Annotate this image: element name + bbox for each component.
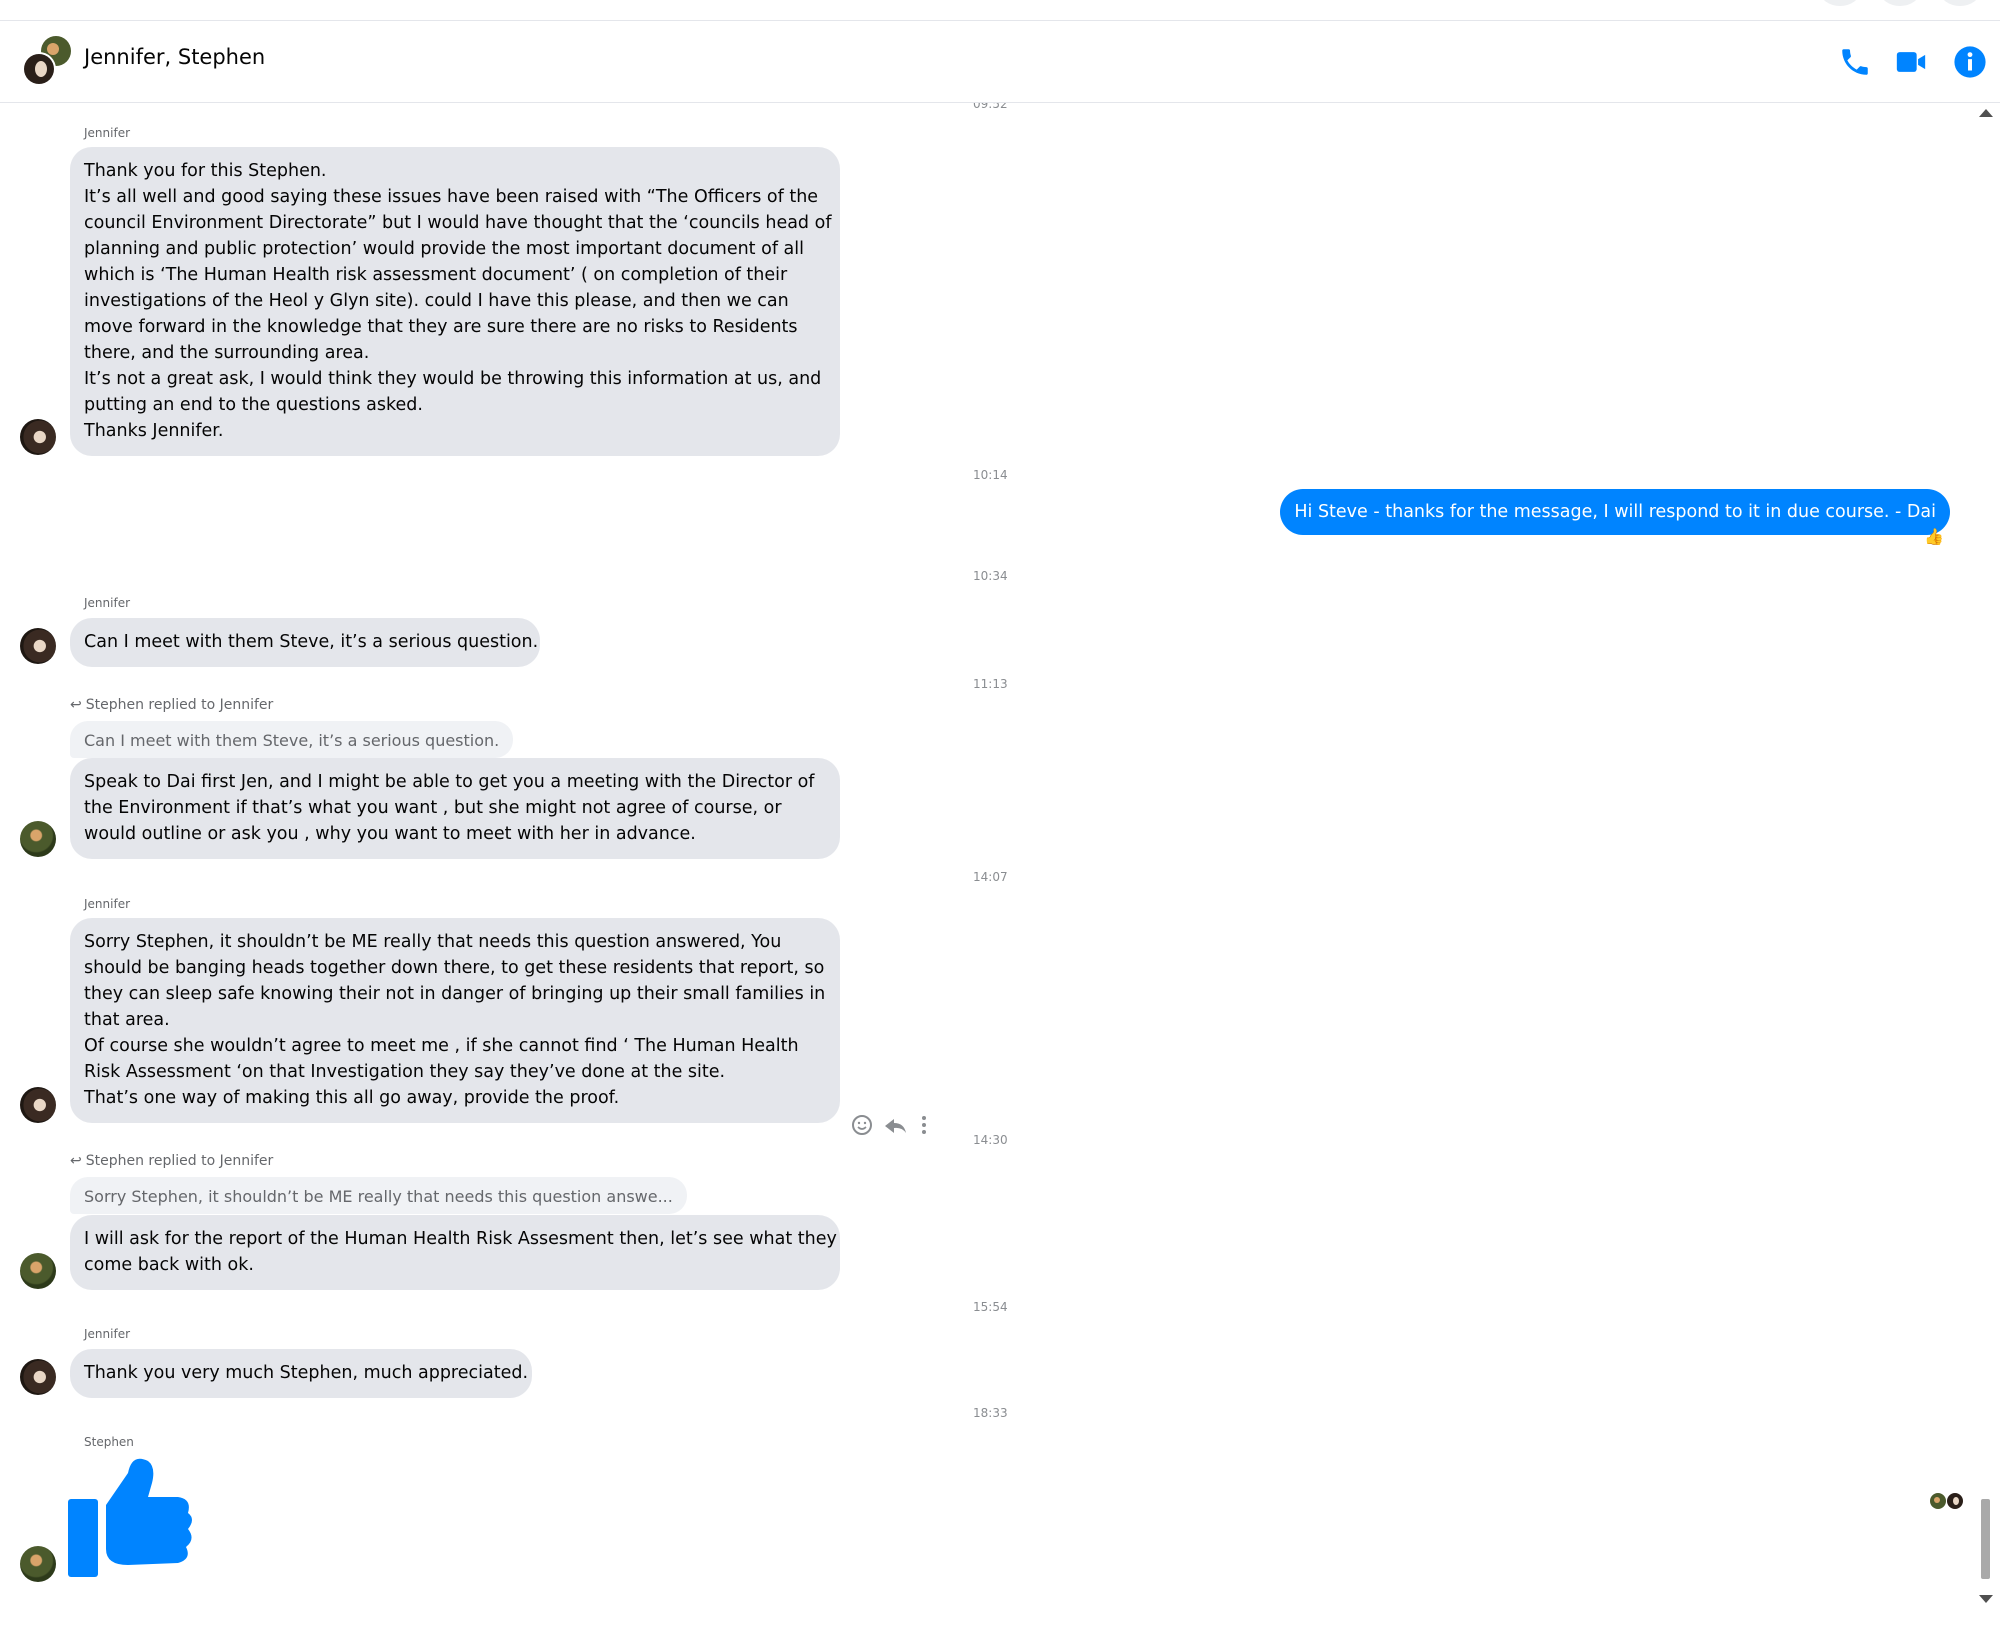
message-text: Can I meet with them Steve, it’s a serio… [84, 632, 539, 652]
timestamp: 15:54 [973, 1300, 1008, 1314]
message-text: that area. [84, 1010, 170, 1030]
avatar-jennifer[interactable] [20, 1087, 56, 1123]
message-text: should be banging heads together down th… [84, 958, 825, 978]
timestamp: 10:34 [973, 569, 1008, 583]
message-actions [852, 1115, 926, 1135]
video-camera-icon[interactable] [1894, 45, 1928, 79]
quoted-message[interactable]: Can I meet with them Steve, it’s a serio… [70, 721, 514, 758]
sender-name: Jennifer [84, 596, 131, 610]
sender-name: Jennifer [84, 1327, 131, 1341]
more-options-icon[interactable] [922, 1116, 926, 1134]
message-text: putting an end to the questions asked. [84, 395, 423, 415]
outgoing-message-bubble[interactable]: Hi Steve - thanks for the message, I wil… [1280, 489, 1950, 535]
message-text: Of course she wouldn’t agree to meet me … [84, 1036, 799, 1056]
timestamp: 10:14 [973, 468, 1008, 482]
message-text: planning and public protection’ would pr… [84, 239, 804, 259]
chat-header: Jennifer, Stephen [0, 21, 2000, 103]
message-text: It’s not a great ask, I would think they… [84, 369, 822, 389]
message-text: That’s one way of making this all go awa… [84, 1088, 620, 1108]
group-avatar[interactable] [20, 33, 76, 89]
avatar-jennifer[interactable] [20, 628, 56, 664]
sender-name: Stephen [84, 1435, 134, 1449]
timestamp: 09:52 [973, 103, 1008, 111]
read-receipts [1930, 1493, 1963, 1509]
timestamp: 14:30 [973, 1133, 1008, 1147]
message-text: I will ask for the report of the Human H… [84, 1229, 837, 1249]
message-bubble[interactable]: Thank you very much Stephen, much apprec… [70, 1349, 532, 1398]
sender-name: Jennifer [84, 897, 131, 911]
reply-arrow-icon: ↩ [70, 697, 82, 713]
thumbs-up-icon[interactable] [68, 1453, 196, 1583]
message-text: they can sleep safe knowing their not in… [84, 984, 826, 1004]
scroll-down-arrow-icon[interactable] [1979, 1595, 1993, 1603]
message-text: Thank you very much Stephen, much apprec… [84, 1363, 529, 1383]
reply-arrow-icon: ↩ [70, 1153, 82, 1169]
message-text: which is ‘The Human Health risk assessme… [84, 265, 788, 285]
react-icon[interactable] [852, 1115, 872, 1135]
message-text: would outline or ask you , why you want … [84, 824, 696, 844]
message-list[interactable]: 09:52 Jennifer Thank you for this Stephe… [0, 103, 1972, 1630]
message-bubble[interactable]: Sorry Stephen, it shouldn’t be ME really… [70, 918, 840, 1123]
message-text: there, and the surrounding area. [84, 343, 370, 363]
phone-icon[interactable] [1838, 45, 1872, 79]
scrollbar[interactable] [1972, 103, 2000, 1630]
message-text: investigations of the Heol y Glyn site).… [84, 291, 789, 311]
toolbar-button[interactable] [1940, 0, 1980, 6]
message-text: Speak to Dai first Jen, and I might be a… [84, 772, 815, 792]
message-bubble[interactable]: I will ask for the report of the Human H… [70, 1215, 840, 1290]
toolbar-button[interactable] [1880, 0, 1920, 6]
avatar-jennifer[interactable] [20, 1359, 56, 1395]
message-text: Sorry Stephen, it shouldn’t be ME really… [84, 932, 782, 952]
message-text: Risk Assessment ‘on that Investigation t… [84, 1062, 726, 1082]
message-bubble[interactable]: Can I meet with them Steve, it’s a serio… [70, 618, 540, 667]
message-bubble[interactable]: Thank you for this Stephen. It’s all wel… [70, 147, 840, 456]
message-text: Thanks Jennifer. [84, 421, 224, 441]
message-text: Thank you for this Stephen. [84, 161, 327, 181]
reaction-thumbs-up[interactable]: 👍 [1924, 527, 1944, 546]
avatar-jennifer[interactable] [20, 419, 56, 455]
reply-label: Stephen replied to Jennifer [85, 697, 274, 713]
message-text: the Environment if that’s what you want … [84, 798, 782, 818]
sender-name: Jennifer [84, 126, 131, 140]
info-icon[interactable] [1953, 45, 1987, 79]
timestamp: 14:07 [973, 870, 1008, 884]
chat-title[interactable]: Jennifer, Stephen [84, 45, 265, 69]
scrollbar-thumb[interactable] [1981, 1499, 1990, 1579]
scroll-up-arrow-icon[interactable] [1979, 109, 1993, 117]
reply-icon[interactable] [885, 1119, 906, 1133]
message-text: It’s all well and good saying these issu… [84, 187, 819, 207]
message-text: come back with ok. [84, 1255, 254, 1275]
avatar-stephen[interactable] [20, 1253, 56, 1289]
message-text: move forward in the knowledge that they … [84, 317, 798, 337]
window-top-strip [0, 0, 2000, 21]
message-text: council Environment Directorate” but I w… [84, 213, 832, 233]
message-bubble[interactable]: Speak to Dai first Jen, and I might be a… [70, 758, 840, 859]
avatar-stephen[interactable] [20, 821, 56, 857]
avatar-stephen[interactable] [20, 1546, 56, 1582]
timestamp: 18:33 [973, 1406, 1008, 1420]
toolbar-button[interactable] [1820, 0, 1860, 6]
timestamp: 11:13 [973, 677, 1008, 691]
reply-indicator: ↩ Stephen replied to Jennifer [70, 697, 273, 713]
reply-indicator: ↩ Stephen replied to Jennifer [70, 1153, 273, 1169]
reply-label: Stephen replied to Jennifer [85, 1153, 274, 1169]
quoted-message[interactable]: Sorry Stephen, it shouldn’t be ME really… [70, 1177, 687, 1214]
